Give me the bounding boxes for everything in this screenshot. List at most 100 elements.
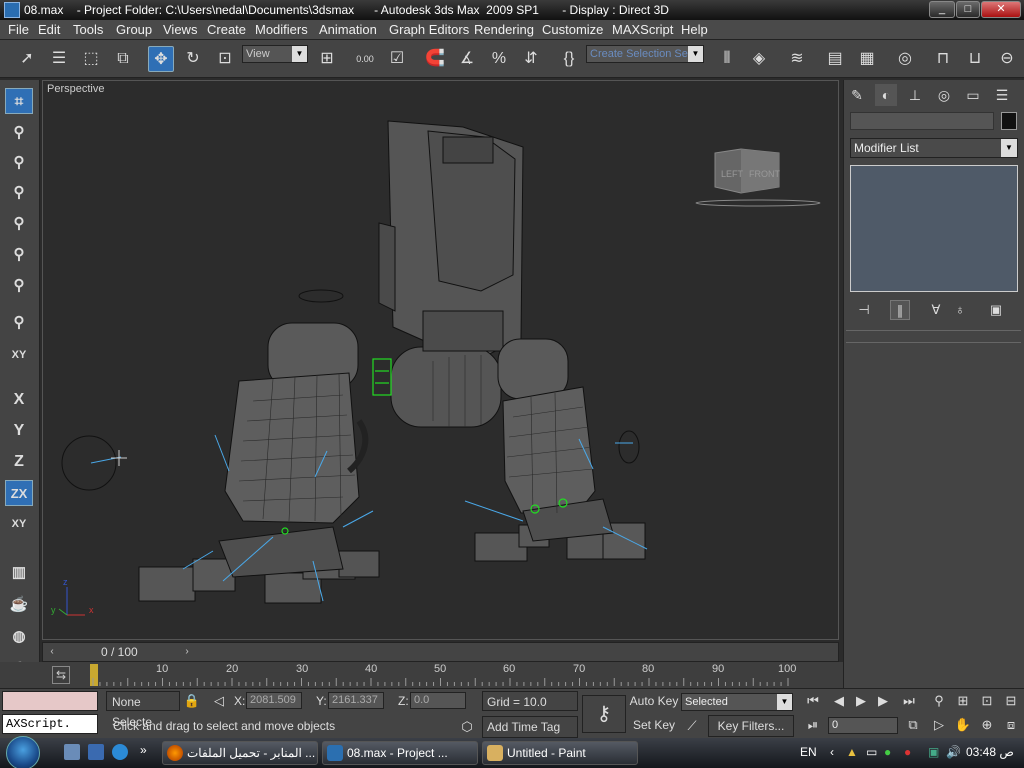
time-configuration-icon[interactable]: ⧉: [904, 716, 922, 734]
render-setup-icon[interactable]: ⊓: [930, 46, 956, 72]
rendered-frame-window-icon[interactable]: ⊔: [962, 46, 988, 72]
go-to-start-icon[interactable]: ⏮: [804, 692, 822, 710]
field-of-view-icon[interactable]: ▷: [930, 716, 948, 734]
close-button[interactable]: ✕: [981, 1, 1021, 18]
language-indicator[interactable]: EN: [800, 745, 817, 759]
previous-frame-icon[interactable]: ◀: [830, 692, 848, 710]
maxscript-listener-pink[interactable]: [2, 691, 98, 711]
modify-tab-icon[interactable]: ◐: [875, 84, 897, 106]
menu-graph-editors[interactable]: Graph Editors: [389, 22, 469, 37]
tray-messenger-icon[interactable]: ●: [884, 745, 891, 759]
menu-views[interactable]: Views: [163, 22, 197, 37]
zoom-all-icon[interactable]: ⊞: [954, 692, 972, 710]
reaction-icon[interactable]: ◍: [5, 624, 33, 650]
menu-create[interactable]: Create: [207, 22, 246, 37]
start-button[interactable]: [6, 736, 40, 768]
constrain-xy-icon[interactable]: XY: [5, 342, 33, 368]
zoom-icon[interactable]: ⚲: [930, 692, 948, 710]
snaps-toggle-icon[interactable]: 🧲: [422, 46, 448, 72]
tray-app-icon[interactable]: ▲: [846, 745, 858, 759]
spinner-snap-icon[interactable]: ⇵: [518, 46, 544, 72]
motion-tab-icon[interactable]: ◎: [933, 84, 955, 106]
keyboard-shortcut-toggle-icon[interactable]: ☑: [384, 46, 410, 72]
internet-explorer-icon[interactable]: [112, 744, 128, 760]
menu-animation[interactable]: Animation: [319, 22, 377, 37]
z-coordinate-field[interactable]: 0.0: [410, 692, 466, 709]
omni-light-left[interactable]: [61, 435, 127, 491]
snap-edge-icon[interactable]: ⚲: [5, 150, 33, 176]
tray-expand-icon[interactable]: ‹: [830, 745, 834, 759]
select-and-move-icon[interactable]: ✥: [148, 46, 174, 72]
menu-tools[interactable]: Tools: [73, 22, 103, 37]
track-bar[interactable]: ⇆ 10 20 30 40 50 60 70 80 90 100: [0, 662, 843, 688]
make-unique-icon[interactable]: ∀: [926, 300, 946, 320]
mirror-icon[interactable]: ⫴: [714, 46, 740, 72]
layer-manager-icon[interactable]: ≋: [784, 46, 810, 72]
snap-pivot-icon[interactable]: ⚲: [5, 211, 33, 237]
modifier-list-dropdown[interactable]: Modifier List ▼: [850, 138, 1018, 158]
set-key-button[interactable]: Set Key: [631, 715, 677, 737]
named-selection-sets-dropdown[interactable]: Create Selection Set ▼: [586, 45, 704, 63]
selection-lock-icon[interactable]: 🔒: [183, 692, 201, 710]
constrain-z-button[interactable]: Z: [5, 449, 33, 475]
object-color-swatch[interactable]: [1001, 112, 1017, 130]
snap-options-icon[interactable]: ⚲: [5, 310, 33, 336]
menu-maxscript[interactable]: MAXScript: [612, 22, 673, 37]
isolate-selection-icon[interactable]: ⬡: [458, 718, 476, 736]
key-tangent-icon[interactable]: ⟋: [683, 717, 701, 735]
utilities-tab-icon[interactable]: ☰: [991, 84, 1013, 106]
show-desktop-icon[interactable]: [64, 744, 80, 760]
select-and-scale-icon[interactable]: ⊡: [212, 46, 238, 72]
pivot-center-icon[interactable]: ⊞: [314, 46, 340, 72]
maxscript-mini-listener[interactable]: AXScript.: [2, 714, 98, 734]
go-to-end-icon[interactable]: ⏭: [900, 692, 918, 710]
configure-modifier-sets-icon[interactable]: ▣: [986, 300, 1006, 320]
snap-vertex-icon[interactable]: ⚲: [5, 120, 33, 146]
window-crossing-icon[interactable]: ⧉: [110, 46, 136, 72]
clock[interactable]: 03:48 ص: [966, 745, 1014, 759]
menu-help[interactable]: Help: [681, 22, 708, 37]
material-editor-icon[interactable]: ◎: [892, 46, 918, 72]
menu-customize[interactable]: Customize: [542, 22, 603, 37]
rectangular-selection-icon[interactable]: ⬚: [78, 46, 104, 72]
viewcube[interactable]: LEFT FRONT: [695, 148, 821, 207]
edit-named-selection-icon[interactable]: {}: [556, 46, 582, 72]
play-icon[interactable]: ▶: [852, 692, 870, 710]
snap-midpoint-icon[interactable]: ⚲: [5, 273, 33, 299]
zoom-extents-all-icon[interactable]: ⊟: [1002, 692, 1020, 710]
current-frame-field[interactable]: 0: [828, 717, 898, 734]
constrain-y-button[interactable]: Y: [5, 418, 33, 444]
menu-modifiers[interactable]: Modifiers: [255, 22, 308, 37]
snap-face-icon[interactable]: ⚲: [5, 180, 33, 206]
align-icon[interactable]: ◈: [746, 46, 772, 72]
key-filters-button[interactable]: Key Filters...: [708, 715, 794, 737]
switch-windows-icon[interactable]: [88, 744, 104, 760]
pin-stack-icon[interactable]: ⊣: [854, 300, 874, 320]
perspective-viewport[interactable]: Perspective LEFT FRONT x z y: [42, 80, 839, 640]
display-tab-icon[interactable]: ▭: [962, 84, 984, 106]
tray-network-icon[interactable]: ▣: [928, 745, 939, 759]
y-coordinate-field[interactable]: 2161.337: [328, 692, 384, 709]
render-production-icon[interactable]: ⊖: [994, 46, 1020, 72]
orbit-icon[interactable]: ⊕: [978, 716, 996, 734]
quicklaunch-chevron-icon[interactable]: »: [140, 743, 147, 757]
toggle-icon[interactable]: ⌗: [5, 88, 33, 114]
select-object-icon[interactable]: ➚: [14, 46, 40, 72]
minimize-button[interactable]: _: [929, 1, 955, 18]
select-and-rotate-icon[interactable]: ↻: [180, 46, 206, 72]
auto-key-button[interactable]: Auto Key: [629, 691, 679, 713]
maximize-button[interactable]: □: [956, 1, 980, 18]
constrain-zx-button[interactable]: ZX: [5, 480, 33, 506]
show-end-result-icon[interactable]: ∥: [890, 300, 910, 320]
tray-keyboard-icon[interactable]: ▭: [866, 745, 877, 759]
menu-file[interactable]: File: [8, 22, 29, 37]
schematic-view-icon[interactable]: ▦: [854, 46, 880, 72]
create-tab-icon[interactable]: ✎: [846, 84, 868, 106]
percent-snap-icon[interactable]: %: [486, 46, 512, 72]
mech-model[interactable]: [138, 120, 646, 604]
absolute-mode-icon[interactable]: ◁: [210, 692, 228, 710]
add-time-tag-button[interactable]: Add Time Tag: [482, 716, 578, 738]
menu-group[interactable]: Group: [116, 22, 152, 37]
tray-volume-icon[interactable]: 🔊: [946, 745, 961, 759]
key-mode-toggle-icon[interactable]: ⏯: [804, 716, 822, 734]
